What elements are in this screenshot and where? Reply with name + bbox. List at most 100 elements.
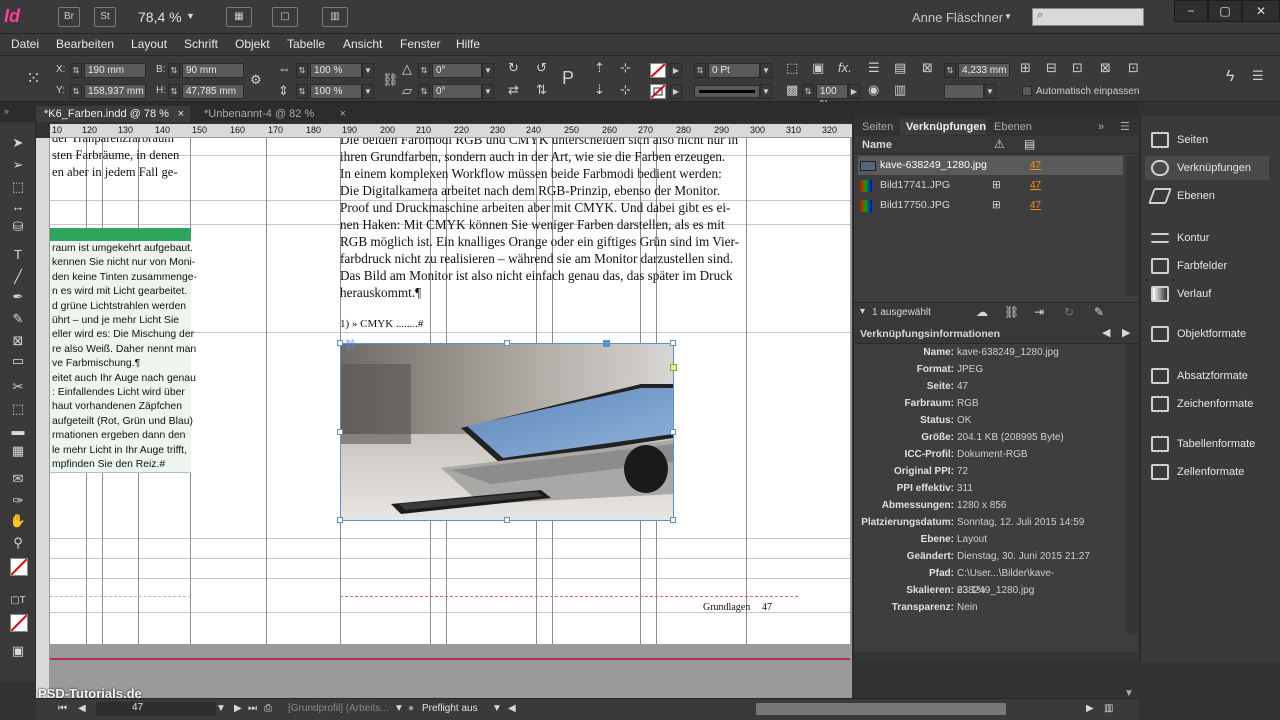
eyedropper-tool-icon[interactable]: ✑ [9, 492, 27, 510]
chevron-down-icon[interactable]: ▼ [216, 703, 226, 714]
vertical-ruler[interactable] [36, 138, 50, 698]
chevron-down-icon[interactable]: ▼ [186, 11, 195, 21]
text-wrap-none-icon[interactable]: ☰ [868, 60, 880, 76]
chevron-down-icon[interactable]: ▼ [760, 84, 772, 99]
close-window-button[interactable]: ✕ [1242, 0, 1280, 22]
first-page-icon[interactable]: ⏮ [58, 703, 67, 714]
scale-y-stepper[interactable]: ⇅ [296, 84, 308, 99]
view-options-icon[interactable]: ▦ [226, 7, 252, 27]
gradient-feather-tool-icon[interactable]: ▦ [9, 442, 27, 460]
selection-tool-icon[interactable]: ➤ [9, 134, 27, 152]
resize-handle[interactable] [504, 340, 510, 346]
collapse-icon[interactable]: » [1098, 119, 1104, 135]
scroll-down-icon[interactable]: ▼ [1124, 688, 1134, 699]
reference-point-icon[interactable]: ⁙ [26, 68, 41, 89]
fit-frame-icon[interactable]: ⊡ [1072, 60, 1083, 76]
panel-menu-icon[interactable]: ☰ [1252, 68, 1264, 84]
frame-fitting-dropdown[interactable] [944, 84, 984, 99]
resize-handle[interactable] [337, 517, 343, 523]
drop-shadow-icon[interactable]: ▣ [812, 60, 824, 76]
y-position-field[interactable]: 158,937 mm [84, 84, 146, 99]
screen-mode-icon[interactable]: ▣ [9, 642, 27, 660]
split-window-icon[interactable]: ▥ [1104, 703, 1113, 714]
type-tool-icon[interactable]: T [9, 246, 27, 264]
menu-datei[interactable]: Datei [11, 37, 39, 51]
rectangle-frame-tool-icon[interactable]: ⊠ [9, 332, 27, 350]
panel-menu-icon[interactable]: ☰ [1120, 119, 1130, 135]
direct-selection-tool-icon[interactable]: ➢ [9, 156, 27, 174]
stroke-type-dropdown[interactable] [694, 85, 760, 98]
main-body-text[interactable]: Die beiden Farbmodi RGB und CMYK untersc… [340, 138, 739, 301]
dock-verknuepfungen[interactable]: Verknüpfungen [1145, 156, 1269, 180]
dock-objektformate[interactable]: Objektformate [1145, 322, 1269, 346]
link-chain-icon[interactable]: ⛓ [344, 340, 357, 351]
scroll-right-icon[interactable]: ▶ [1086, 703, 1094, 714]
zoom-tool-icon[interactable]: ⚲ [9, 534, 27, 552]
corner-options-handle[interactable] [670, 364, 677, 371]
text-wrap-jump-icon[interactable]: ▥ [894, 82, 906, 98]
dock-ebenen[interactable]: Ebenen [1145, 184, 1269, 208]
menu-ansicht[interactable]: Ansicht [343, 37, 382, 51]
y-stepper[interactable]: ⇅ [70, 84, 82, 99]
center-content-icon[interactable]: ⊡ [1128, 60, 1139, 76]
chevron-down-icon[interactable]: ▼ [482, 84, 494, 99]
select-container-icon[interactable]: ⇡ [594, 60, 605, 76]
link-proportions-icon[interactable]: ⛓ [382, 72, 399, 88]
warning-icon[interactable]: ⚠ [994, 137, 1005, 151]
text-wrap-bbox-icon[interactable]: ▤ [894, 60, 906, 76]
dock-seiten[interactable]: Seiten [1145, 128, 1269, 152]
link-page[interactable]: 47 [1030, 196, 1041, 215]
dock-zellenformate[interactable]: Zellenformate [1145, 460, 1269, 484]
menu-hilfe[interactable]: Hilfe [456, 37, 480, 51]
panel-resize-grip[interactable] [854, 652, 1139, 662]
edit-original-icon[interactable]: ✎ [1094, 305, 1104, 319]
hand-tool-icon[interactable]: ✋ [9, 512, 27, 530]
stroke-swatch[interactable] [650, 84, 666, 99]
scale-x-field[interactable]: 100 % [310, 63, 362, 78]
resize-handle[interactable] [337, 340, 343, 346]
dock-zeichenformate[interactable]: Zeichenformate [1145, 392, 1269, 416]
corner-options-icon[interactable]: ⬚ [786, 60, 798, 76]
chevron-down-icon[interactable]: ▼ [492, 703, 502, 714]
gradient-swatch-tool-icon[interactable]: ▬ [9, 422, 27, 440]
close-tab-icon[interactable]: × [340, 106, 346, 122]
link-item[interactable]: Bild17750.JPG ⊞ 47 [858, 196, 1123, 215]
tab-seiten[interactable]: Seiten [862, 119, 893, 135]
chevron-down-icon[interactable]: ▼ [362, 84, 374, 99]
next-link-icon[interactable]: ▶ [1122, 326, 1130, 339]
tab-verknuepfungen[interactable]: Verknüpfungen [900, 119, 986, 135]
width-stepper[interactable]: ⇅ [168, 63, 180, 78]
content-collector-icon[interactable]: ⛁ [9, 218, 27, 236]
links-scrollbar[interactable] [1126, 156, 1138, 296]
select-previous-icon[interactable]: ⇣ [594, 82, 605, 98]
preflight-profile[interactable]: [Grundprofil] (Arbeits... [288, 703, 389, 714]
arrange-documents-icon[interactable]: ▥ [322, 7, 348, 27]
preflight-status[interactable]: Preflight aus [422, 703, 478, 714]
fill-frame-icon[interactable]: ⊞ [1020, 60, 1031, 76]
lightning-icon[interactable]: ϟ [1226, 68, 1234, 86]
height-field[interactable]: 47,785 mm [182, 84, 244, 99]
link-page[interactable]: 47 [1030, 176, 1041, 195]
name-column-header[interactable]: Name [862, 139, 892, 151]
pen-tool-icon[interactable]: ✒ [9, 288, 27, 306]
selection-frame[interactable] [340, 343, 674, 521]
shear-stepper[interactable]: ⇅ [418, 84, 430, 99]
image-caption[interactable]: 1) » CMYK ........# [340, 318, 423, 330]
tab-ebenen[interactable]: Ebenen [994, 119, 1032, 135]
left-column-text[interactable]: der Tranparenzfarbraum sten Farbräume, i… [52, 138, 179, 181]
previous-page-icon[interactable]: ◀ [78, 703, 86, 714]
chevron-right-icon[interactable]: ▶ [848, 84, 860, 99]
reference-p-icon[interactable]: P [562, 68, 574, 89]
update-link-icon[interactable]: ↻ [1064, 305, 1074, 319]
search-input[interactable]: ⌕ [1032, 8, 1144, 26]
auto-fit-checkbox[interactable] [1022, 86, 1032, 96]
chevron-right-icon[interactable]: ▶ [670, 63, 682, 78]
scroll-left-icon[interactable]: ◀ [508, 703, 516, 714]
fit-stepper[interactable]: ⇅ [944, 63, 956, 78]
last-page-icon[interactable]: ⏭ [248, 703, 257, 714]
shear-angle-field[interactable]: 0° [432, 84, 482, 99]
scale-y-field[interactable]: 100 % [310, 84, 362, 99]
show-info-arrow-icon[interactable]: ▾ [860, 306, 865, 317]
gap-tool-icon[interactable]: ↔ [9, 198, 27, 216]
pencil-tool-icon[interactable]: ✎ [9, 310, 27, 328]
